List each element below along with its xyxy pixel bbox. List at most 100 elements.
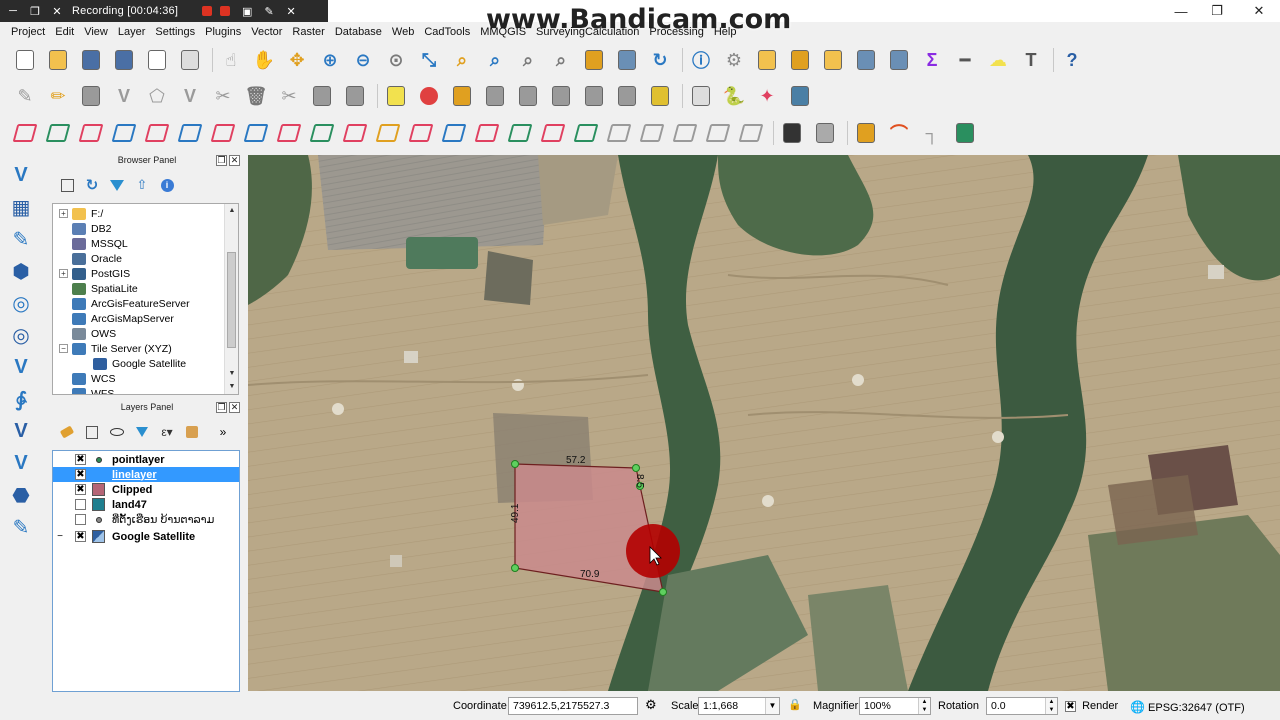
browser-item[interactable]: SpatiaLite: [59, 281, 138, 296]
digitize-tool-20-button[interactable]: [639, 120, 665, 146]
easy-label-button[interactable]: [647, 83, 673, 109]
pan-button[interactable]: ✋: [251, 47, 277, 73]
minimize-recorder-icon[interactable]: ─: [4, 3, 22, 19]
close-panel-icon[interactable]: ✕: [229, 155, 240, 166]
menu-edit[interactable]: Edit: [50, 26, 79, 38]
zoom-native-button[interactable]: ⊙: [383, 47, 409, 73]
digitize-tool-18-button[interactable]: [573, 120, 599, 146]
menu-mmqgis[interactable]: MMQGIS: [475, 26, 531, 38]
field-calculator-button[interactable]: [886, 47, 912, 73]
menu-processing[interactable]: Processing: [644, 26, 708, 38]
recorder-close-icon[interactable]: ✕: [282, 3, 300, 19]
collapse-all-icon[interactable]: ⇧: [133, 176, 151, 194]
digitize-tool-19-button[interactable]: [606, 120, 632, 146]
paste-features-button[interactable]: [342, 83, 368, 109]
save-project-button[interactable]: [78, 47, 104, 73]
browser-item[interactable]: OWS: [59, 326, 116, 341]
snapping-button[interactable]: ┐: [919, 120, 945, 146]
menu-plugins[interactable]: Plugins: [200, 26, 246, 38]
add-wms-layer-icon[interactable]: ◎: [8, 290, 34, 316]
maximize-window-icon[interactable]: ❐: [1194, 0, 1240, 22]
digitize-tool-14-button[interactable]: [441, 120, 467, 146]
menu-layer[interactable]: Layer: [113, 26, 151, 38]
metasearch-icon[interactable]: ✎: [8, 514, 34, 540]
browser-item[interactable]: + F:/: [59, 206, 103, 221]
digitize-tool-22-button[interactable]: [705, 120, 731, 146]
modify-attributes-button[interactable]: ✂: [210, 83, 236, 109]
remove-layer-icon[interactable]: [183, 423, 201, 441]
select-features-button[interactable]: [754, 47, 780, 73]
add-group-icon[interactable]: [83, 423, 101, 441]
record-icon[interactable]: [202, 6, 213, 16]
label-toolbar-button[interactable]: [383, 83, 409, 109]
current-edits-button[interactable]: ✎: [12, 83, 38, 109]
cad-tool-button[interactable]: [853, 120, 879, 146]
browser-item[interactable]: WCS: [59, 371, 116, 386]
digitize-tool-12-button[interactable]: [375, 120, 401, 146]
add-wfs-layer-icon[interactable]: V: [8, 354, 34, 380]
digitize-tool-1-button[interactable]: [12, 120, 38, 146]
layer-row[interactable]: − ✖ Google Satellite: [53, 529, 239, 544]
stop-icon[interactable]: [220, 6, 231, 16]
layout-manager-button[interactable]: [177, 47, 203, 73]
scale-combobox[interactable]: 1:1,668 ▼: [698, 697, 780, 715]
toggle-extents-icon[interactable]: ⚙: [645, 697, 657, 713]
new-print-layout-button[interactable]: [144, 47, 170, 73]
rotate-label-button[interactable]: [581, 83, 607, 109]
add-mesh-layer-icon[interactable]: V: [8, 418, 34, 444]
digitize-tool-21-button[interactable]: [672, 120, 698, 146]
info-icon[interactable]: i: [158, 176, 176, 194]
magnifier-spinbox[interactable]: 100% ▲ ▼: [859, 697, 931, 715]
shape-tool-button[interactable]: [787, 83, 813, 109]
add-raster-layer-icon[interactable]: ▦: [8, 194, 34, 220]
browser-item[interactable]: + PostGIS: [59, 266, 130, 281]
close-window-icon[interactable]: ✕: [1236, 0, 1280, 22]
menu-database[interactable]: Database: [330, 26, 387, 38]
layer-visibility-checkbox[interactable]: ✖: [75, 531, 86, 542]
show-bookmarks-button[interactable]: [614, 47, 640, 73]
toggle-editing-button[interactable]: ✏: [45, 83, 71, 109]
zoom-to-layer-button[interactable]: ⌕: [482, 47, 508, 73]
browser-item[interactable]: WFS: [59, 386, 114, 394]
layer-visibility-checkbox[interactable]: ✖: [75, 484, 86, 495]
digitize-tool-2-button[interactable]: [45, 120, 71, 146]
render-checkbox[interactable]: ✖ Render: [1065, 700, 1118, 712]
digitize-tool-8-button[interactable]: [243, 120, 269, 146]
expand-toggle-icon[interactable]: −: [53, 531, 67, 542]
digitize-tool-13-button[interactable]: [408, 120, 434, 146]
cut-features-button[interactable]: ✂: [276, 83, 302, 109]
select-by-value-button[interactable]: [787, 47, 813, 73]
coordinate-field[interactable]: 739612.5,2175527.3: [508, 697, 638, 715]
digitize-tool-7-button[interactable]: [210, 120, 236, 146]
vertex-marker[interactable]: [659, 588, 667, 596]
touch-zoom-button[interactable]: ☝: [218, 47, 244, 73]
filter-icon[interactable]: [108, 176, 126, 194]
python-console-button[interactable]: 🐍: [721, 83, 747, 109]
browser-item[interactable]: MSSQL: [59, 236, 128, 251]
expand-toggle-icon[interactable]: +: [59, 269, 68, 278]
vertex-marker[interactable]: [511, 460, 519, 468]
menu-vector[interactable]: Vector: [246, 26, 287, 38]
arc-tool-button[interactable]: ⌒: [886, 120, 912, 146]
digitize-tool-6-button[interactable]: [177, 120, 203, 146]
add-virtual-field-icon[interactable]: V: [8, 450, 34, 476]
new-project-button[interactable]: [12, 47, 38, 73]
layer-row[interactable]: ✖ linelayer: [53, 467, 239, 482]
layer-visibility-checkbox[interactable]: ✖: [75, 454, 86, 465]
menu-view[interactable]: View: [79, 26, 113, 38]
map-tips-button[interactable]: ☁: [985, 47, 1011, 73]
terminal-button[interactable]: [779, 120, 805, 146]
menu-surveyingcalculation[interactable]: SurveyingCalculation: [531, 26, 644, 38]
add-delimited-text-icon[interactable]: ✎: [8, 226, 34, 252]
layer-row[interactable]: ທີ່ຕັ້ງເຮືອນ ບ້ານຕາລາມ: [53, 512, 239, 527]
map-canvas[interactable]: 57.2 8.5 49.1 70.9: [248, 155, 1280, 691]
style-brush-icon[interactable]: [58, 423, 76, 441]
close-panel-icon[interactable]: ✕: [229, 402, 240, 413]
spin-arrows-icon[interactable]: ▲ ▼: [1045, 698, 1057, 714]
layer-visibility-checkbox[interactable]: [75, 499, 86, 510]
float-panel-icon[interactable]: ❐: [216, 402, 227, 413]
filter-legend-icon[interactable]: [133, 423, 151, 441]
identify-button[interactable]: ⓘ: [688, 47, 714, 73]
zoom-to-selection-button[interactable]: ⌕: [449, 47, 475, 73]
open-project-button[interactable]: [45, 47, 71, 73]
